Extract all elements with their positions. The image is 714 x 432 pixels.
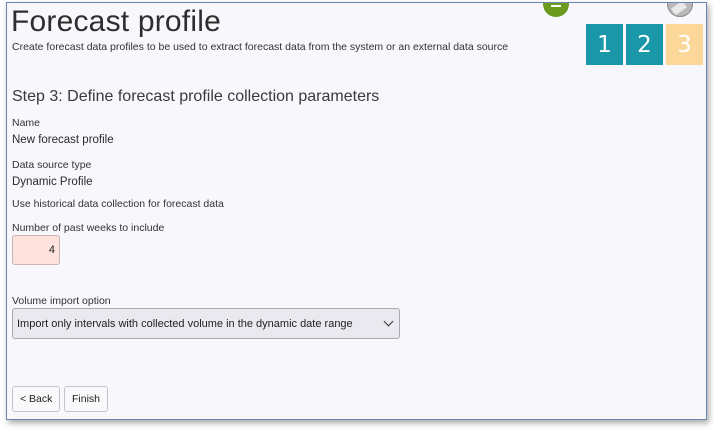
page-title: Forecast profile: [11, 5, 221, 38]
name-value: New forecast profile: [12, 134, 114, 146]
historical-data-note: Use historical data collection for forec…: [12, 198, 224, 210]
past-weeks-label: Number of past weeks to include: [12, 222, 165, 234]
volume-import-select[interactable]: Import only intervals with collected vol…: [12, 308, 400, 339]
add-icon[interactable]: [543, 3, 569, 17]
data-source-type-label: Data source type: [12, 159, 92, 171]
page-subtitle: Create forecast data profiles to be used…: [12, 41, 509, 53]
past-weeks-input[interactable]: [12, 235, 60, 265]
user-avatar-icon[interactable]: [667, 3, 693, 17]
section-title: Step 3: Define forecast profile collecti…: [12, 88, 380, 105]
step-2: 2: [626, 24, 663, 65]
finish-button[interactable]: Finish: [64, 386, 109, 412]
chevron-down-icon: [383, 316, 394, 327]
step-1: 1: [586, 24, 623, 65]
back-button[interactable]: < Back: [12, 386, 61, 412]
volume-import-selected-value: Import only intervals with collected vol…: [17, 317, 353, 330]
step-indicator: 1 2 3: [586, 24, 703, 65]
data-source-type-value: Dynamic Profile: [12, 176, 93, 188]
wizard-window: Forecast profile Create forecast data pr…: [6, 2, 707, 420]
step-3: 3: [666, 24, 703, 65]
name-label: Name: [12, 117, 41, 129]
volume-import-label: Volume import option: [12, 295, 111, 307]
